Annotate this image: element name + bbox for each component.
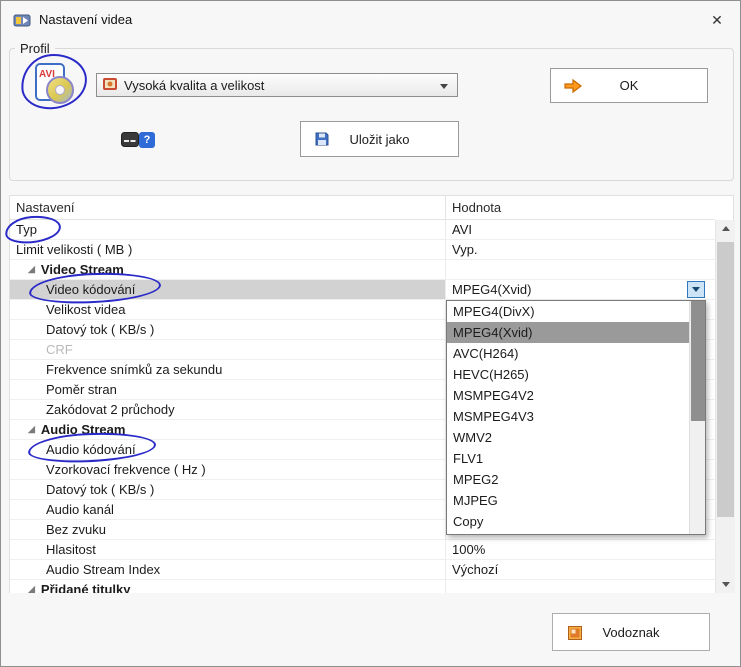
expander-icon[interactable]: ◢ <box>28 584 35 593</box>
setting-value: Vyp. <box>452 242 478 257</box>
setting-label: Zakódovat 2 průchody <box>46 402 175 417</box>
video-settings-dialog: Nastavení videa ✕ Profil AVI Vysoká kval… <box>0 0 741 667</box>
setting-label: CRF <box>46 342 73 357</box>
dropdown-item[interactable]: MPEG4(Xvid) <box>447 322 689 343</box>
ok-button-label: OK <box>551 78 707 93</box>
settings-row[interactable]: Hlasitost 100% <box>10 540 715 560</box>
setting-value: AVI <box>452 222 472 237</box>
column-header-value: Hodnota <box>445 196 715 219</box>
watermark-button-label: Vodoznak <box>553 625 709 640</box>
column-header-setting: Nastavení <box>10 196 445 219</box>
profile-item-icon <box>102 76 118 95</box>
settings-row[interactable]: Audio Stream Index Výchozí <box>10 560 715 580</box>
setting-label: Bez zvuku <box>46 522 106 537</box>
codec-dropdown: MPEG4(DivX)MPEG4(Xvid)AVC(H264)HEVC(H265… <box>446 300 706 535</box>
settings-row[interactable]: Limit velikosti ( MB ) Vyp. <box>10 240 715 260</box>
setting-label: Video Stream <box>41 262 124 277</box>
setting-value: MPEG4(Xvid) <box>452 282 531 297</box>
dropdown-scrollbar-thumb[interactable] <box>691 301 705 421</box>
save-as-button-label: Uložit jako <box>301 132 458 147</box>
close-icon[interactable]: ✕ <box>706 9 728 31</box>
setting-label: Audio kanál <box>46 502 114 517</box>
dropdown-item[interactable]: MSMPEG4V2 <box>447 385 689 406</box>
value-combo-arrow[interactable] <box>687 281 705 298</box>
scroll-up-icon[interactable] <box>716 220 735 237</box>
subtitles-icon[interactable] <box>121 132 139 147</box>
profile-selected-value: Vysoká kvalita a velikost <box>124 78 264 93</box>
dropdown-item[interactable]: Copy <box>447 511 689 532</box>
setting-label: Audio Stream <box>41 422 126 437</box>
codec-dropdown-list: MPEG4(DivX)MPEG4(Xvid)AVC(H264)HEVC(H265… <box>447 301 689 534</box>
save-as-button[interactable]: Uložit jako <box>300 121 459 157</box>
profile-group-label: Profil <box>15 41 55 56</box>
setting-label: Audio kódování <box>46 442 136 457</box>
settings-row[interactable]: Video kódování MPEG4(Xvid) <box>10 280 715 300</box>
setting-label: Typ <box>16 222 37 237</box>
dropdown-item[interactable]: MSMPEG4V3 <box>447 406 689 427</box>
setting-value: Výchozí <box>452 562 498 577</box>
dropdown-item[interactable]: WMV2 <box>447 427 689 448</box>
dropdown-item[interactable]: MPEG2 <box>447 469 689 490</box>
watermark-button[interactable]: Vodoznak <box>552 613 710 651</box>
table-header: Nastavení Hodnota <box>10 196 715 220</box>
setting-value: 100% <box>452 542 485 557</box>
setting-label: Velikost videa <box>46 302 126 317</box>
chevron-down-icon <box>440 84 448 89</box>
scroll-down-icon[interactable] <box>716 576 735 593</box>
window-title: Nastavení videa <box>39 12 132 27</box>
dropdown-item[interactable]: MJPEG <box>447 490 689 511</box>
help-icon[interactable]: ? <box>139 132 155 148</box>
setting-label: Vzorkovací frekvence ( Hz ) <box>46 462 206 477</box>
dropdown-item[interactable]: FLV1 <box>447 448 689 469</box>
expander-icon[interactable]: ◢ <box>28 424 35 435</box>
dropdown-item[interactable]: AVC(H264) <box>447 343 689 364</box>
dropdown-scrollbar[interactable] <box>689 301 705 534</box>
dropdown-item[interactable]: MPEG4(DivX) <box>447 301 689 322</box>
dropdown-item[interactable]: HEVC(H265) <box>447 364 689 385</box>
scrollbar-thumb[interactable] <box>717 242 734 517</box>
expander-icon[interactable]: ◢ <box>28 264 35 275</box>
setting-label: Limit velikosti ( MB ) <box>16 242 132 257</box>
setting-label: Poměr stran <box>46 382 117 397</box>
setting-label: Datový tok ( KB/s ) <box>46 482 154 497</box>
setting-label: Hlasitost <box>46 542 96 557</box>
avi-format-icon: AVI <box>33 63 75 105</box>
setting-label: Frekvence snímků za sekundu <box>46 362 222 377</box>
setting-label: Datový tok ( KB/s ) <box>46 322 154 337</box>
settings-group-row[interactable]: ◢ Přidané titulky <box>10 580 715 593</box>
setting-label: Video kódování <box>46 282 135 297</box>
profile-select[interactable]: Vysoká kvalita a velikost <box>96 73 458 97</box>
app-icon <box>13 11 31 29</box>
settings-group-row[interactable]: ◢ Video Stream <box>10 260 715 280</box>
settings-row[interactable]: Typ AVI <box>10 220 715 240</box>
title-bar: Nastavení videa ✕ <box>1 1 740 39</box>
ok-button[interactable]: OK <box>550 68 708 103</box>
setting-label: Přidané titulky <box>41 582 131 593</box>
setting-label: Audio Stream Index <box>46 562 160 577</box>
table-scrollbar[interactable] <box>715 220 735 593</box>
